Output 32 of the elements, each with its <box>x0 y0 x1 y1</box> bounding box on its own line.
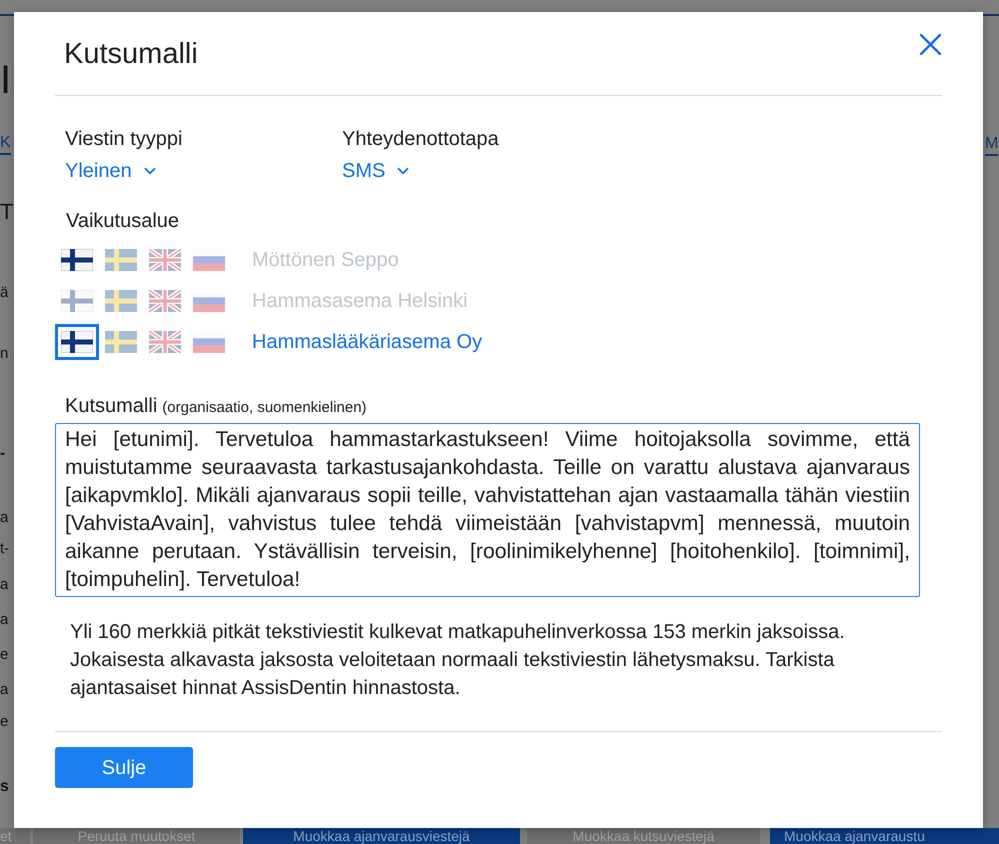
finnish-flag-icon[interactable] <box>61 331 93 353</box>
page-title: I <box>0 58 12 102</box>
page-text: a <box>0 680 8 700</box>
page-heading: T <box>0 198 14 226</box>
page-text: s <box>0 777 9 797</box>
template-note: (organisaatio, suomenkielinen) <box>162 398 367 418</box>
dropdown-button[interactable]: Yleinen <box>65 159 159 183</box>
page-text: n <box>0 344 8 364</box>
info-text: Yli 160 merkkiä pitkät tekstiviestit kulkevat matkapuhelinverkossa 153 merkin jaksoissa. Jokaisesta alkavasta jaksosta veloitetaan normaali tekstiviestin lähetysmaksu. Tarkista ajantasaiset hinnat AssisDentin hinnastosta. <box>70 620 846 701</box>
section-label: Vaikutusalue <box>65 209 180 233</box>
field-label: Yhteydenottotapa <box>342 127 499 151</box>
close-icon[interactable] <box>920 34 941 55</box>
page-text: e <box>0 712 8 732</box>
organization-name[interactable]: Hammaslääkäriasema Oy <box>252 330 482 354</box>
page-text: ä <box>0 283 8 303</box>
page-text: t- <box>0 539 10 559</box>
template-textarea[interactable]: Hei [etunimi]. Tervetuloa hammastarkastukseen! Viime hoitojaksolla sovimme, että muistutamme seuraavasta tarkastusajankohdasta. Teille on varattu alustava ajanvaraus [aikapvmklo]. Mikäli ajanvaraus sopii teille, vahvistattehan ajan vastaamalla tähän viestiin [VahvistaAvain], vahvistus tulee tehdä viimeistään [vahvistapvm] mennessä, muutoin aikanne perutaan. Ystävällisin terveisin, [roolinimikelyhenne] [hoitohenkilo]. [toimnimi], [toimpuhelin]. Tervetuloa! <box>55 423 920 597</box>
dialog-title: Kutsumalli <box>63 36 198 72</box>
page-tab[interactable]: M <box>985 134 998 156</box>
field-label: Viestin tyyppi <box>65 127 182 151</box>
page-text: e <box>0 645 8 665</box>
finnish-flag-icon[interactable] <box>61 249 93 271</box>
dropdown-button[interactable]: SMS <box>342 159 412 183</box>
close-dialog-button[interactable]: Sulje <box>55 747 193 788</box>
page-text: a <box>0 575 8 595</box>
template-label: Kutsumalli <box>65 394 158 418</box>
page-text: - <box>0 444 6 464</box>
page-button[interactable]: Muokkaa ajanvarausviestejä <box>243 828 520 844</box>
page-text: a <box>0 610 8 630</box>
page-text: a <box>0 508 8 528</box>
page-tab[interactable]: K <box>0 133 11 155</box>
page-button[interactable]: Muokkaa ajanvaraustu <box>770 828 999 844</box>
